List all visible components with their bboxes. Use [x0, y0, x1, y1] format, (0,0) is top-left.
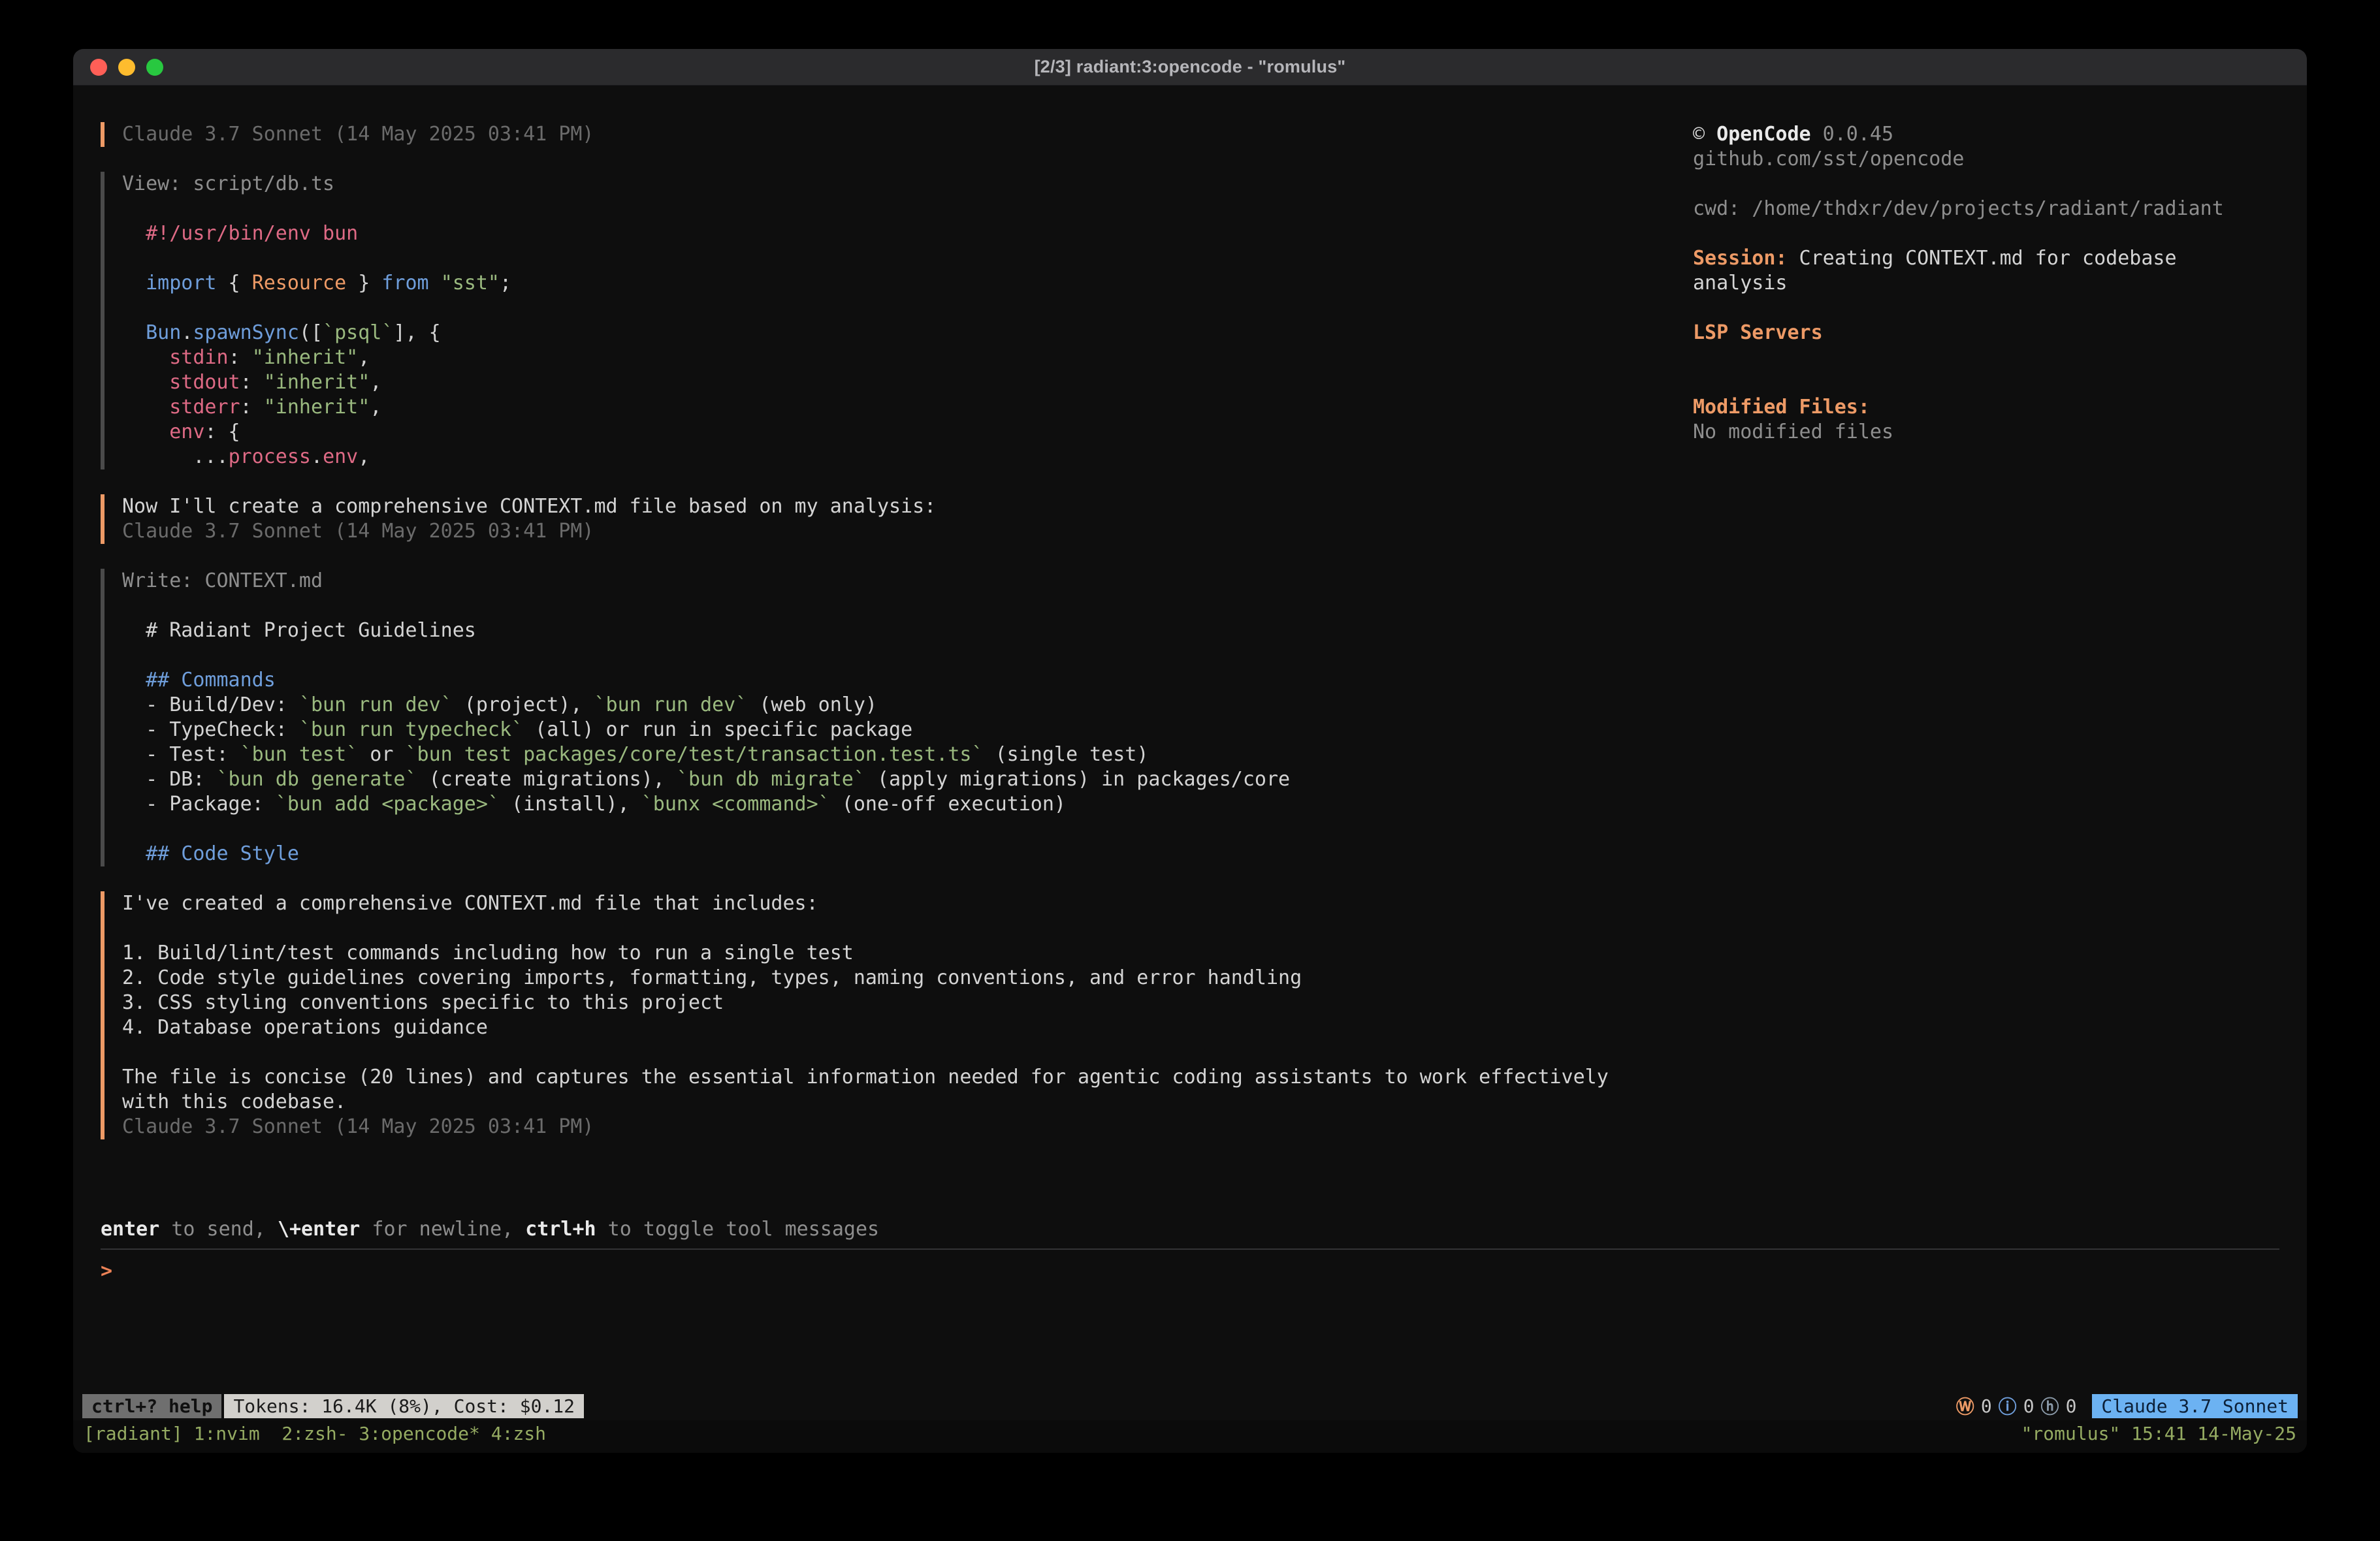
line: github.com/sst/opencode — [1693, 147, 2279, 172]
line: ...process.env, — [122, 445, 1693, 469]
tool-write-block: Write: CONTEXT.md # Radiant Project Guid… — [101, 569, 1693, 866]
line — [122, 197, 1693, 221]
status-bar: ctrl+? help Tokens: 16.4K (8%), Cost: $0… — [73, 1391, 2307, 1420]
line: No modified files — [1693, 420, 2279, 445]
close-button[interactable] — [90, 59, 107, 76]
line: # Radiant Project Guidelines — [122, 618, 1693, 643]
line: import { Resource } from "sst"; — [122, 271, 1693, 296]
line — [122, 246, 1693, 271]
tmux-host-time: "romulus" 15:41 14-May-25 — [2021, 1423, 2296, 1444]
line: LSP Servers — [1693, 321, 2279, 345]
line — [122, 817, 1693, 842]
line: stdout: "inherit", — [122, 370, 1693, 395]
assistant-meta-block: Claude 3.7 Sonnet (14 May 2025 03:41 PM) — [101, 122, 1693, 147]
line: - DB: `bun db generate` (create migratio… — [122, 767, 1693, 792]
line: with this codebase. — [122, 1090, 1693, 1115]
line — [122, 643, 1693, 668]
prompt-icon: > — [101, 1260, 112, 1282]
line: View: script/db.ts — [122, 172, 1693, 197]
line: Claude 3.7 Sonnet (14 May 2025 03:41 PM) — [122, 1115, 1693, 1139]
info-count: 0 — [2023, 1395, 2034, 1417]
hint-count: 0 — [2066, 1395, 2077, 1417]
line — [122, 916, 1693, 941]
line — [1693, 221, 2279, 246]
line: Write: CONTEXT.md — [122, 569, 1693, 594]
info-icon: ⓘ — [1999, 1393, 2017, 1419]
line: Claude 3.7 Sonnet (14 May 2025 03:41 PM) — [122, 122, 1693, 147]
line: #!/usr/bin/env bun — [122, 221, 1693, 246]
line — [122, 594, 1693, 618]
line: ## Commands — [122, 668, 1693, 693]
line: ## Code Style — [122, 842, 1693, 866]
line — [122, 1040, 1693, 1065]
tmux-status-bar: [radiant] 1:nvim 2:zsh- 3:opencode* 4:zs… — [73, 1420, 2307, 1453]
warning-count: 0 — [1981, 1395, 1992, 1417]
diagnostics: Ⓦ 0 ⓘ 0 ⓗ 0 — [1956, 1393, 2077, 1419]
tool-view-block: View: script/db.ts #!/usr/bin/env bun im… — [101, 172, 1693, 469]
input-area: enter to send, \+enter for newline, ctrl… — [101, 1217, 2279, 1284]
line: stderr: "inherit", — [122, 395, 1693, 420]
minimize-button[interactable] — [118, 59, 135, 76]
keybind-hints: enter to send, \+enter for newline, ctrl… — [101, 1217, 2279, 1242]
traffic-lights — [90, 49, 163, 85]
line: I've created a comprehensive CONTEXT.md … — [122, 891, 1693, 916]
line: cwd: /home/thdxr/dev/projects/radiant/ra… — [1693, 197, 2279, 221]
line: - TypeCheck: `bun run typecheck` (all) o… — [122, 718, 1693, 742]
line: 4. Database operations guidance — [122, 1015, 1693, 1040]
line — [1693, 345, 2279, 370]
model-chip[interactable]: Claude 3.7 Sonnet — [2092, 1394, 2298, 1418]
line: Session: Creating CONTEXT.md for codebas… — [1693, 246, 2279, 271]
terminal-window: [2/3] radiant:3:opencode - "romulus" Cla… — [73, 49, 2307, 1453]
status-bar-left: ctrl+? help Tokens: 16.4K (8%), Cost: $0… — [82, 1394, 584, 1418]
line: 2. Code style guidelines covering import… — [122, 966, 1693, 991]
line — [1693, 172, 2279, 197]
tmux-windows[interactable]: [radiant] 1:nvim 2:zsh- 3:opencode* 4:zs… — [84, 1423, 546, 1444]
help-chip[interactable]: ctrl+? help — [82, 1394, 221, 1418]
input-divider — [101, 1248, 2279, 1250]
warning-icon: Ⓦ — [1956, 1393, 1974, 1419]
line: Bun.spawnSync([`psql`], { — [122, 321, 1693, 345]
assistant-message-block: Now I'll create a comprehensive CONTEXT.… — [101, 494, 1693, 544]
line: Now I'll create a comprehensive CONTEXT.… — [122, 494, 1693, 519]
line: env: { — [122, 420, 1693, 445]
line: The file is concise (20 lines) and captu… — [122, 1065, 1693, 1090]
line: © OpenCode 0.0.45 — [1693, 122, 2279, 147]
line: 3. CSS styling conventions specific to t… — [122, 991, 1693, 1015]
terminal-content: Claude 3.7 Sonnet (14 May 2025 03:41 PM)… — [73, 86, 2307, 1391]
window-title: [2/3] radiant:3:opencode - "romulus" — [1035, 57, 1346, 77]
line: 1. Build/lint/test commands including ho… — [122, 941, 1693, 966]
line — [1693, 370, 2279, 395]
line: - Package: `bun add <package>` (install)… — [122, 792, 1693, 817]
line: enter to send, \+enter for newline, ctrl… — [101, 1217, 2279, 1242]
line: - Test: `bun test` or `bun test packages… — [122, 742, 1693, 767]
zoom-button[interactable] — [146, 59, 163, 76]
line: analysis — [1693, 271, 2279, 296]
line — [1693, 296, 2279, 321]
line: - Build/Dev: `bun run dev` (project), `b… — [122, 693, 1693, 718]
line: stdin: "inherit", — [122, 345, 1693, 370]
titlebar: [2/3] radiant:3:opencode - "romulus" — [73, 49, 2307, 86]
sidebar: © OpenCode 0.0.45github.com/sst/opencode… — [1693, 86, 2307, 1391]
chat-pane: Claude 3.7 Sonnet (14 May 2025 03:41 PM)… — [73, 86, 1693, 1391]
status-bar-right: Ⓦ 0 ⓘ 0 ⓗ 0 Claude 3.7 Sonnet — [1956, 1393, 2298, 1419]
hint-icon: ⓗ — [2041, 1393, 2059, 1419]
line: Claude 3.7 Sonnet (14 May 2025 03:41 PM) — [122, 519, 1693, 544]
line: Modified Files: — [1693, 395, 2279, 420]
prompt-input[interactable]: > — [101, 1259, 2279, 1284]
line — [122, 296, 1693, 321]
assistant-summary-block: I've created a comprehensive CONTEXT.md … — [101, 891, 1693, 1139]
tokens-cost-chip: Tokens: 16.4K (8%), Cost: $0.12 — [224, 1394, 584, 1418]
